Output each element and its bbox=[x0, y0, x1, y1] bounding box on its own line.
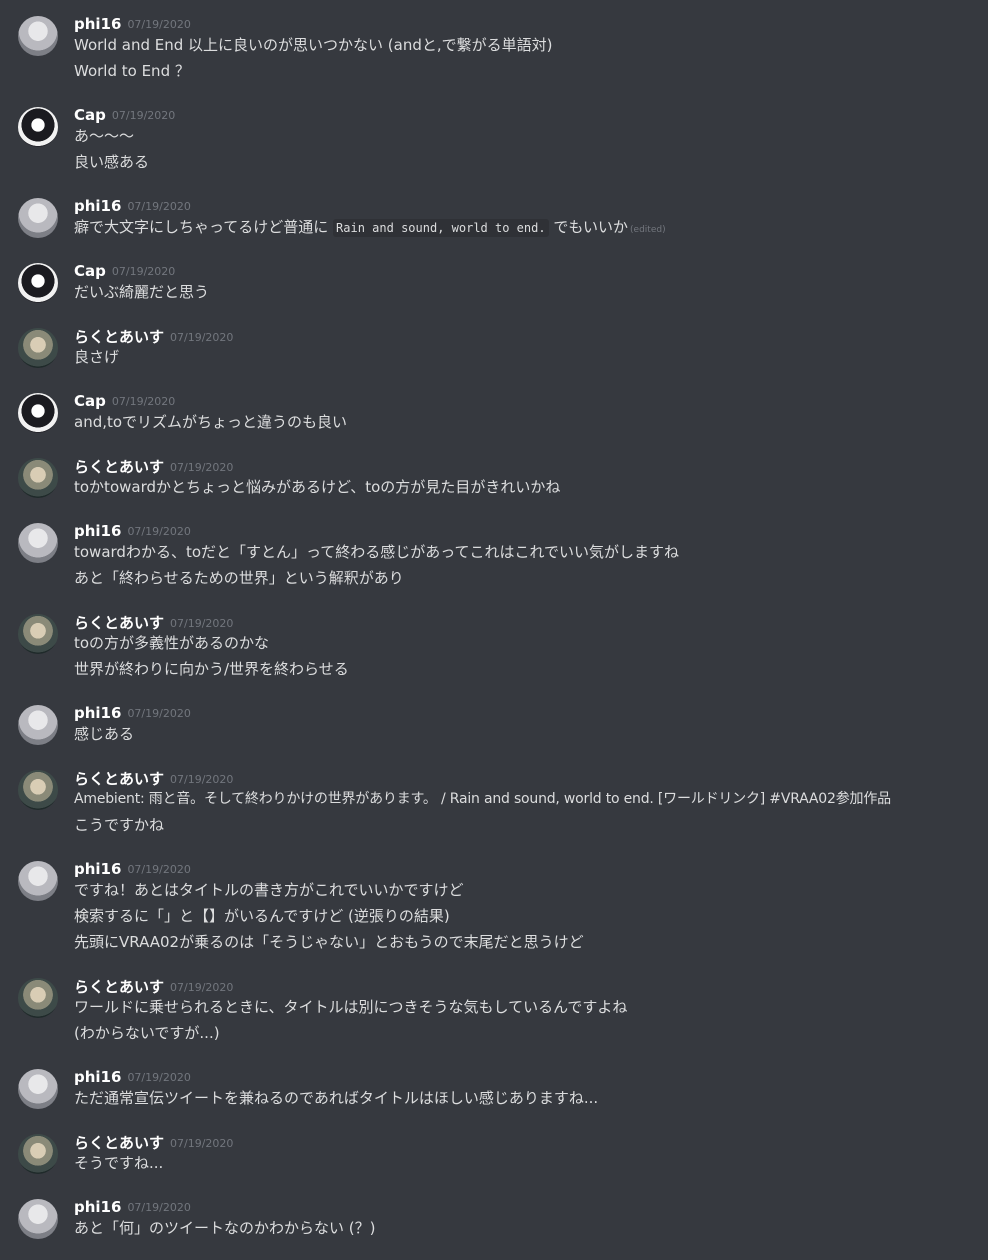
author-name[interactable]: Cap bbox=[74, 106, 106, 124]
message-line: そうですね... bbox=[74, 1154, 164, 1172]
message-line: ただ通常宣伝ツイートを兼ねるのであればタイトルはほしい感じありますね... bbox=[74, 1089, 599, 1107]
author-name[interactable]: らくとあいす bbox=[74, 1134, 164, 1152]
message-header: phi16 07/19/2020 bbox=[74, 196, 191, 215]
timestamp: 07/19/2020 bbox=[127, 18, 191, 31]
timestamp: 07/19/2020 bbox=[170, 461, 234, 474]
author-name[interactable]: Cap bbox=[74, 262, 106, 280]
avatar[interactable] bbox=[18, 978, 58, 1018]
message-header: phi16 07/19/2020 bbox=[74, 14, 191, 33]
author-name[interactable]: Cap bbox=[74, 392, 106, 410]
avatar[interactable] bbox=[18, 1134, 58, 1174]
message-header: Cap 07/19/2020 bbox=[74, 105, 175, 124]
message-header: らくとあいす 07/19/2020 bbox=[74, 456, 233, 477]
message-header: phi16 07/19/2020 bbox=[74, 1197, 191, 1216]
message-header: phi16 07/19/2020 bbox=[74, 521, 191, 540]
timestamp: 07/19/2020 bbox=[170, 617, 234, 630]
message-header: らくとあいす 07/19/2020 bbox=[74, 976, 233, 997]
avatar[interactable] bbox=[18, 1199, 58, 1239]
message-line: こうですかね bbox=[74, 816, 165, 834]
message-line: だいぶ綺麗だと思う bbox=[74, 283, 210, 301]
message-line: 良さげ bbox=[74, 348, 120, 366]
author-name[interactable]: らくとあいす bbox=[74, 770, 164, 788]
timestamp: 07/19/2020 bbox=[127, 525, 191, 538]
author-name[interactable]: らくとあいす bbox=[74, 328, 164, 346]
message-header: らくとあいす 07/19/2020 bbox=[74, 326, 233, 347]
message-text: 癖で大文字にしちゃってるけど普通に bbox=[74, 218, 329, 236]
timestamp: 07/19/2020 bbox=[127, 200, 191, 213]
author-name[interactable]: らくとあいす bbox=[74, 458, 164, 476]
avatar[interactable] bbox=[18, 263, 58, 303]
avatar[interactable] bbox=[18, 16, 58, 56]
message-line: あ〜〜〜 bbox=[74, 127, 135, 145]
avatar[interactable] bbox=[18, 614, 58, 654]
avatar[interactable] bbox=[18, 458, 58, 498]
message-header: Cap 07/19/2020 bbox=[74, 261, 175, 280]
message-line: Amebient: 雨と音。そして終わりかけの世界があります。 / Rain a… bbox=[74, 791, 891, 807]
author-name[interactable]: らくとあいす bbox=[74, 614, 164, 632]
avatar[interactable] bbox=[18, 1069, 58, 1109]
author-name[interactable]: phi16 bbox=[74, 1068, 121, 1086]
avatar[interactable] bbox=[18, 705, 58, 745]
timestamp: 07/19/2020 bbox=[170, 1137, 234, 1150]
author-name[interactable]: phi16 bbox=[74, 704, 121, 722]
message-line: 良い感ある bbox=[74, 153, 150, 171]
message-header: phi16 07/19/2020 bbox=[74, 1067, 191, 1086]
message-header: らくとあいす 07/19/2020 bbox=[74, 1132, 233, 1153]
timestamp: 07/19/2020 bbox=[111, 265, 176, 278]
avatar[interactable] bbox=[18, 328, 58, 368]
timestamp: 07/19/2020 bbox=[127, 1071, 191, 1084]
message-line: towardわかる、toだと「すとん」って終わる感じがあってこれはこれでいい気が… bbox=[74, 543, 680, 561]
message-line: 先頭にVRAA02が乗るのは「そうじゃない」とおもうので末尾だと思うけど bbox=[74, 933, 584, 951]
edited-tag: (edited) bbox=[630, 225, 666, 235]
avatar[interactable] bbox=[18, 393, 58, 433]
timestamp: 07/19/2020 bbox=[127, 1201, 191, 1214]
message-header: らくとあいす 07/19/2020 bbox=[74, 768, 233, 789]
message-header: phi16 07/19/2020 bbox=[74, 703, 191, 722]
avatar[interactable] bbox=[18, 861, 58, 901]
message-line: toかtowardかとちょっと悩みがあるけど、toの方が見た目がきれいかね bbox=[74, 478, 561, 496]
timestamp: 07/19/2020 bbox=[170, 331, 234, 344]
message-line: あと「何」のツイートなのかわからない (？) bbox=[74, 1219, 376, 1237]
message-line: World and End 以上に良いのが思いつかない (andと,で繋がる単語… bbox=[74, 36, 553, 54]
message-line: 感じある bbox=[74, 725, 135, 743]
message-line: ですね！あとはタイトルの書き方がこれでいいかですけど bbox=[74, 881, 464, 899]
timestamp: 07/19/2020 bbox=[170, 773, 234, 786]
message-line: World to End ？ bbox=[74, 62, 190, 80]
author-name[interactable]: phi16 bbox=[74, 1198, 121, 1216]
message-header: Cap 07/19/2020 bbox=[74, 391, 175, 410]
message-line: ワールドに乗せられるときに、タイトルは別につきそうな気もしているんですよね bbox=[74, 998, 628, 1016]
message-header: phi16 07/19/2020 bbox=[74, 859, 191, 878]
avatar[interactable] bbox=[18, 523, 58, 563]
timestamp: 07/19/2020 bbox=[127, 707, 191, 720]
author-name[interactable]: phi16 bbox=[74, 522, 121, 540]
message-line: あと「終わらせるための世界」という解釈があり bbox=[74, 569, 404, 587]
author-name[interactable]: phi16 bbox=[74, 15, 121, 33]
avatar[interactable] bbox=[18, 107, 58, 147]
author-name[interactable]: phi16 bbox=[74, 197, 121, 215]
avatar[interactable] bbox=[18, 198, 58, 238]
avatar[interactable] bbox=[18, 770, 58, 810]
author-name[interactable]: phi16 bbox=[74, 860, 121, 878]
timestamp: 07/19/2020 bbox=[111, 109, 176, 122]
timestamp: 07/19/2020 bbox=[170, 981, 234, 994]
message-line: and,toでリズムがちょっと違うのも良い bbox=[74, 413, 348, 431]
author-name[interactable]: らくとあいす bbox=[74, 978, 164, 996]
message-line: toの方が多義性があるのかな bbox=[74, 634, 270, 652]
timestamp: 07/19/2020 bbox=[127, 863, 191, 876]
timestamp: 07/19/2020 bbox=[111, 395, 176, 408]
message-line: 検索するに「」と【】がいるんですけど (逆張りの結果) bbox=[74, 907, 450, 925]
message-line: 世界が終わりに向かう/世界を終わらせる bbox=[74, 660, 349, 678]
message-line: (わからないですが...) bbox=[74, 1024, 220, 1042]
inline-code: Rain and sound, world to end. bbox=[333, 219, 549, 237]
message-text: でもいいか bbox=[553, 218, 629, 236]
message-line: 癖で大文字にしちゃってるけど普通に Rain and sound, world … bbox=[74, 217, 666, 240]
message-header: らくとあいす 07/19/2020 bbox=[74, 612, 233, 633]
